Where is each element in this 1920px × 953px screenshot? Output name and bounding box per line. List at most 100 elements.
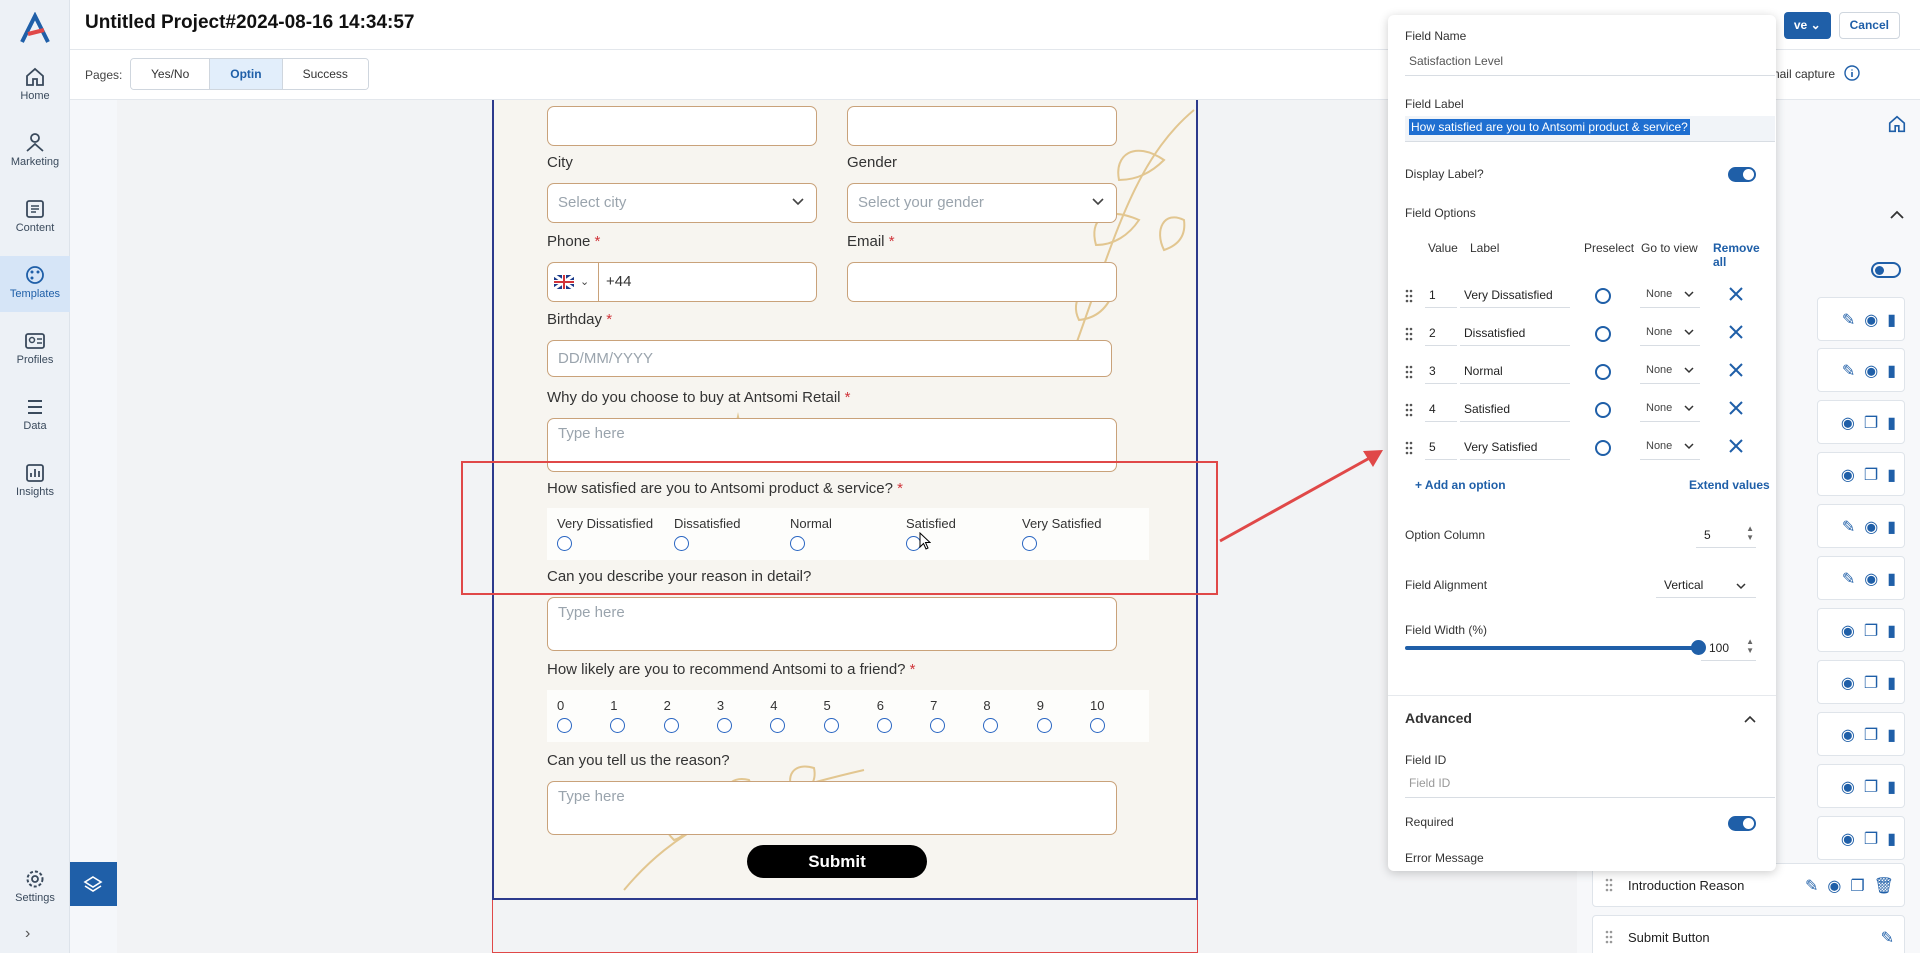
layer-item[interactable]: ◉ ❐ ▮ xyxy=(1817,712,1905,756)
option-label-input[interactable]: Dissatisfied xyxy=(1460,320,1570,346)
email-input[interactable] xyxy=(847,262,1117,302)
nav-profiles[interactable]: Profiles xyxy=(0,322,70,378)
nav-insights[interactable]: Insights xyxy=(0,454,70,510)
go-to-view-select[interactable]: None xyxy=(1640,434,1700,460)
first-name-input[interactable] xyxy=(547,106,817,146)
chevron-down-icon[interactable]: ⌄ xyxy=(1811,18,1821,32)
radio-button[interactable] xyxy=(930,718,946,733)
radio-button[interactable] xyxy=(770,718,786,733)
delete-icon[interactable]: 🗑 xyxy=(1874,876,1894,896)
add-option-button[interactable]: + Add an option xyxy=(1415,478,1506,492)
go-to-view-select[interactable]: None xyxy=(1640,320,1700,346)
nav-settings[interactable]: Settings xyxy=(0,860,70,916)
display-label-toggle[interactable] xyxy=(1728,167,1756,182)
delete-icon[interactable]: ▮ xyxy=(1887,413,1896,433)
layer-visibility-toggle[interactable] xyxy=(1871,262,1901,278)
city-select[interactable]: Select city xyxy=(547,183,817,223)
copy-icon[interactable]: ❐ xyxy=(1864,829,1878,849)
layer-item[interactable]: ◉ ❐ ▮ xyxy=(1817,400,1905,444)
eye-icon[interactable]: ◉ xyxy=(1841,673,1855,693)
info-icon[interactable] xyxy=(1844,65,1860,81)
nav-home[interactable]: Home xyxy=(0,58,70,114)
submit-button[interactable]: Submit xyxy=(747,845,927,878)
radio-button[interactable] xyxy=(1036,718,1052,733)
delete-icon[interactable]: ▮ xyxy=(1887,569,1896,589)
copy-icon[interactable]: ❐ xyxy=(1864,777,1878,797)
option-column-input[interactable]: 5 ▲ ▼ xyxy=(1696,522,1756,548)
option-value-input[interactable]: 4 xyxy=(1425,396,1457,422)
spinner-icon[interactable]: ▲ ▼ xyxy=(1746,637,1754,655)
preselect-radio[interactable] xyxy=(1595,288,1611,304)
layer-item[interactable]: ◉ ❐ ▮ xyxy=(1817,764,1905,808)
nav-content[interactable]: Content xyxy=(0,190,70,246)
layer-item[interactable]: ✎ ◉ ▮ xyxy=(1817,348,1905,392)
layer-item[interactable]: ◉ ❐ ▮ xyxy=(1817,608,1905,652)
layer-item[interactable]: ✎ ◉ ▮ xyxy=(1817,556,1905,600)
radio-button[interactable] xyxy=(983,718,999,733)
eye-icon[interactable]: ◉ xyxy=(1841,777,1855,797)
field-width-slider[interactable] xyxy=(1405,646,1695,650)
delete-icon[interactable]: ▮ xyxy=(1887,777,1896,797)
eye-icon[interactable]: ◉ xyxy=(1841,725,1855,745)
drag-handle-icon[interactable] xyxy=(1605,930,1613,944)
field-id-input[interactable]: Field ID xyxy=(1405,772,1775,798)
layer-item[interactable]: ✎ ◉ ▮ xyxy=(1817,297,1905,341)
expand-nav-icon[interactable]: › xyxy=(25,925,30,943)
radio-button[interactable] xyxy=(610,718,626,733)
field-width-input[interactable]: 100 ▲ ▼ xyxy=(1701,635,1756,661)
option-label-input[interactable]: Very Dissatisfied xyxy=(1460,282,1570,308)
copy-icon[interactable]: ❐ xyxy=(1864,621,1878,641)
option-value-input[interactable]: 5 xyxy=(1425,434,1457,460)
copy-icon[interactable]: ❐ xyxy=(1864,413,1878,433)
delete-icon[interactable]: ▮ xyxy=(1887,361,1896,381)
preselect-radio[interactable] xyxy=(1595,402,1611,418)
last-name-input[interactable] xyxy=(847,106,1117,146)
eye-icon[interactable]: ◉ xyxy=(1864,569,1878,589)
uk-flag-icon[interactable] xyxy=(554,275,574,289)
go-to-view-select[interactable]: None xyxy=(1640,282,1700,308)
required-toggle[interactable] xyxy=(1728,816,1756,831)
chevron-up-icon[interactable] xyxy=(1744,715,1756,723)
radio-button[interactable] xyxy=(557,718,572,733)
radio-button[interactable] xyxy=(823,718,839,733)
delete-icon[interactable]: ▮ xyxy=(1887,517,1896,537)
drag-handle-icon[interactable] xyxy=(1405,441,1413,455)
delete-icon[interactable]: ▮ xyxy=(1887,725,1896,745)
delete-icon[interactable]: ▮ xyxy=(1887,621,1896,641)
close-icon[interactable] xyxy=(1728,400,1744,416)
nav-marketing[interactable]: Marketing xyxy=(0,124,70,180)
chevron-up-icon[interactable] xyxy=(1890,210,1904,219)
copy-icon[interactable]: ❐ xyxy=(1850,876,1864,896)
close-icon[interactable] xyxy=(1728,324,1744,340)
radio-button[interactable] xyxy=(1090,718,1105,733)
remove-all-button[interactable]: Remove all xyxy=(1713,241,1776,269)
layer-item[interactable]: ◉ ❐ ▮ xyxy=(1817,452,1905,496)
option-label-input[interactable]: Normal xyxy=(1460,358,1570,384)
go-to-view-select[interactable]: None xyxy=(1640,358,1700,384)
option-value-input[interactable]: 1 xyxy=(1425,282,1457,308)
tab-yes-no[interactable]: Yes/No xyxy=(131,59,211,89)
edit-icon[interactable]: ✎ xyxy=(1881,928,1894,948)
option-label-input[interactable]: Satisfied xyxy=(1460,396,1570,422)
delete-icon[interactable]: ▮ xyxy=(1887,465,1896,485)
eye-icon[interactable]: ◉ xyxy=(1841,413,1855,433)
delete-icon[interactable]: ▮ xyxy=(1887,673,1896,693)
phone-input[interactable]: ⌄ +44 xyxy=(547,262,817,302)
save-button[interactable]: ve ⌄ xyxy=(1783,12,1831,39)
eye-icon[interactable]: ◉ xyxy=(1827,876,1841,896)
chevron-down-icon[interactable]: ⌄ xyxy=(580,263,589,301)
eye-icon[interactable]: ◉ xyxy=(1841,829,1855,849)
eye-icon[interactable]: ◉ xyxy=(1841,465,1855,485)
option-value-input[interactable]: 3 xyxy=(1425,358,1457,384)
close-icon[interactable] xyxy=(1728,362,1744,378)
field-name-input[interactable]: Satisfaction Level xyxy=(1405,50,1775,76)
preselect-radio[interactable] xyxy=(1595,440,1611,456)
delete-icon[interactable]: ▮ xyxy=(1887,310,1896,330)
nav-data[interactable]: Data xyxy=(0,388,70,444)
radio-button[interactable] xyxy=(876,718,892,733)
drag-handle-icon[interactable] xyxy=(1405,327,1413,341)
eye-icon[interactable]: ◉ xyxy=(1841,621,1855,641)
edit-icon[interactable]: ✎ xyxy=(1842,569,1855,589)
logo-icon[interactable] xyxy=(18,12,52,46)
close-icon[interactable] xyxy=(1728,438,1744,454)
